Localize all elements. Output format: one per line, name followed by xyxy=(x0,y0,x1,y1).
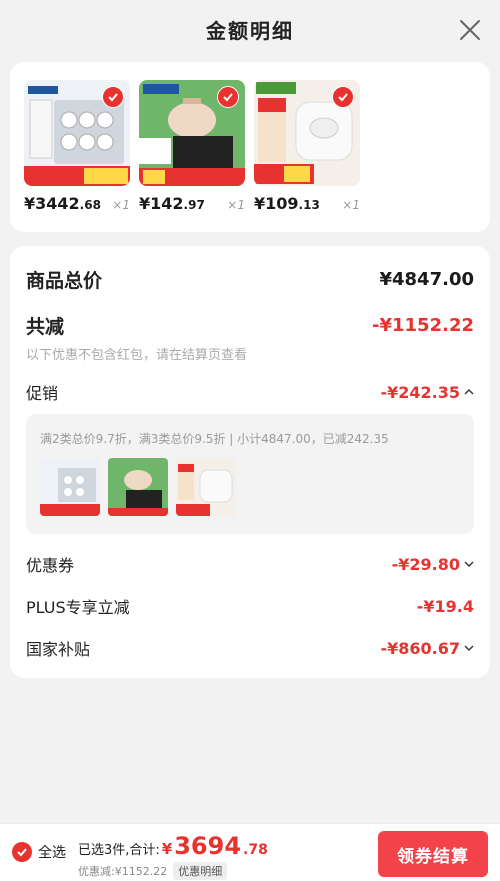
discount-line: 优惠减:¥1152.22 优惠明细 xyxy=(78,862,228,880)
coupon-label: 优惠券 xyxy=(26,556,75,575)
product-item[interactable]: ¥109.13 ×1 xyxy=(254,80,360,213)
check-icon[interactable] xyxy=(12,842,32,862)
product-item[interactable]: ¥3442.68 ×1 xyxy=(24,80,130,213)
reduce-note: 以下优惠不包含红包，请在结算页查看 xyxy=(26,348,248,363)
total-amount: 3694 xyxy=(174,832,242,860)
product-price: ¥3442.68 xyxy=(24,194,101,213)
product-qty: ×1 xyxy=(342,198,360,212)
total-summary: 已选3件,合计: ¥ 3694 .78 xyxy=(78,832,268,860)
total-row: 商品总价 ¥4847.00 xyxy=(26,266,474,293)
page-title: 金额明细 xyxy=(206,18,294,43)
bottom-bar: 全选 已选3件,合计: ¥ 3694 .78 优惠减:¥1152.22 优惠明细… xyxy=(0,823,500,881)
promo-product-thumb xyxy=(40,458,100,516)
promo-label: 促销 xyxy=(26,384,59,403)
select-all-label: 全选 xyxy=(38,845,66,861)
check-icon[interactable] xyxy=(332,86,354,108)
chevron-up-icon xyxy=(464,389,474,395)
reduce-row: 共减 -¥1152.22 xyxy=(26,312,474,339)
total-currency: ¥ xyxy=(161,840,173,858)
subsidy-label: 国家补贴 xyxy=(26,640,91,659)
discount-text: 优惠减:¥1152.22 xyxy=(78,865,168,878)
product-item[interactable]: ¥142.97 ×1 xyxy=(139,80,245,213)
product-price: ¥109.13 xyxy=(254,194,320,213)
reduce-value: -¥1152.22 xyxy=(372,315,474,336)
coupon-row[interactable]: 优惠券 -¥29.80 xyxy=(26,552,474,576)
total-decimal: .78 xyxy=(243,842,268,858)
promo-detail-text: 满2类总价9.7折，满3类总价9.5折 | 小计4847.00，已减242.35 xyxy=(40,432,389,446)
subsidy-value[interactable]: -¥860.67 xyxy=(380,639,474,658)
promo-value[interactable]: -¥242.35 xyxy=(380,383,474,402)
subsidy-row[interactable]: 国家补贴 -¥860.67 xyxy=(26,636,474,660)
check-icon[interactable] xyxy=(102,86,124,108)
checkout-button[interactable]: 领券结算 xyxy=(378,831,488,877)
check-icon[interactable] xyxy=(217,86,239,108)
product-image[interactable] xyxy=(24,80,130,186)
total-label: 商品总价 xyxy=(26,270,103,292)
plus-row: PLUS专享立减 -¥19.4 xyxy=(26,594,474,618)
promo-row[interactable]: 促销 -¥242.35 xyxy=(26,380,474,404)
close-icon[interactable] xyxy=(458,18,482,42)
product-qty: ×1 xyxy=(227,198,245,212)
total-prefix: 已选3件,合计: xyxy=(78,843,160,858)
product-price: ¥142.97 xyxy=(139,194,205,213)
summary-card: 商品总价 ¥4847.00 共减 -¥1152.22 以下优惠不包含红包，请在结… xyxy=(10,246,490,678)
product-image[interactable] xyxy=(139,80,245,186)
chevron-down-icon xyxy=(464,645,474,651)
reduce-label: 共减 xyxy=(26,316,65,338)
coupon-value[interactable]: -¥29.80 xyxy=(392,555,474,574)
header: 金额明细 xyxy=(0,0,500,58)
total-value: ¥4847.00 xyxy=(379,269,474,290)
promo-product-thumb xyxy=(176,458,236,516)
product-image[interactable] xyxy=(254,80,360,186)
plus-value: -¥19.4 xyxy=(416,596,474,616)
product-qty: ×1 xyxy=(112,198,130,212)
products-card: ¥3442.68 ×1 ¥142.97 ×1 ¥109.13 ×1 xyxy=(10,62,490,232)
discount-detail-button[interactable]: 优惠明细 xyxy=(173,862,228,880)
promo-product-thumb xyxy=(108,458,168,516)
promo-detail-box: 满2类总价9.7折，满3类总价9.5折 | 小计4847.00，已减242.35 xyxy=(26,414,474,534)
select-all-toggle[interactable]: 全选 xyxy=(12,842,66,862)
chevron-down-icon xyxy=(464,561,474,567)
plus-label: PLUS专享立减 xyxy=(26,598,130,617)
